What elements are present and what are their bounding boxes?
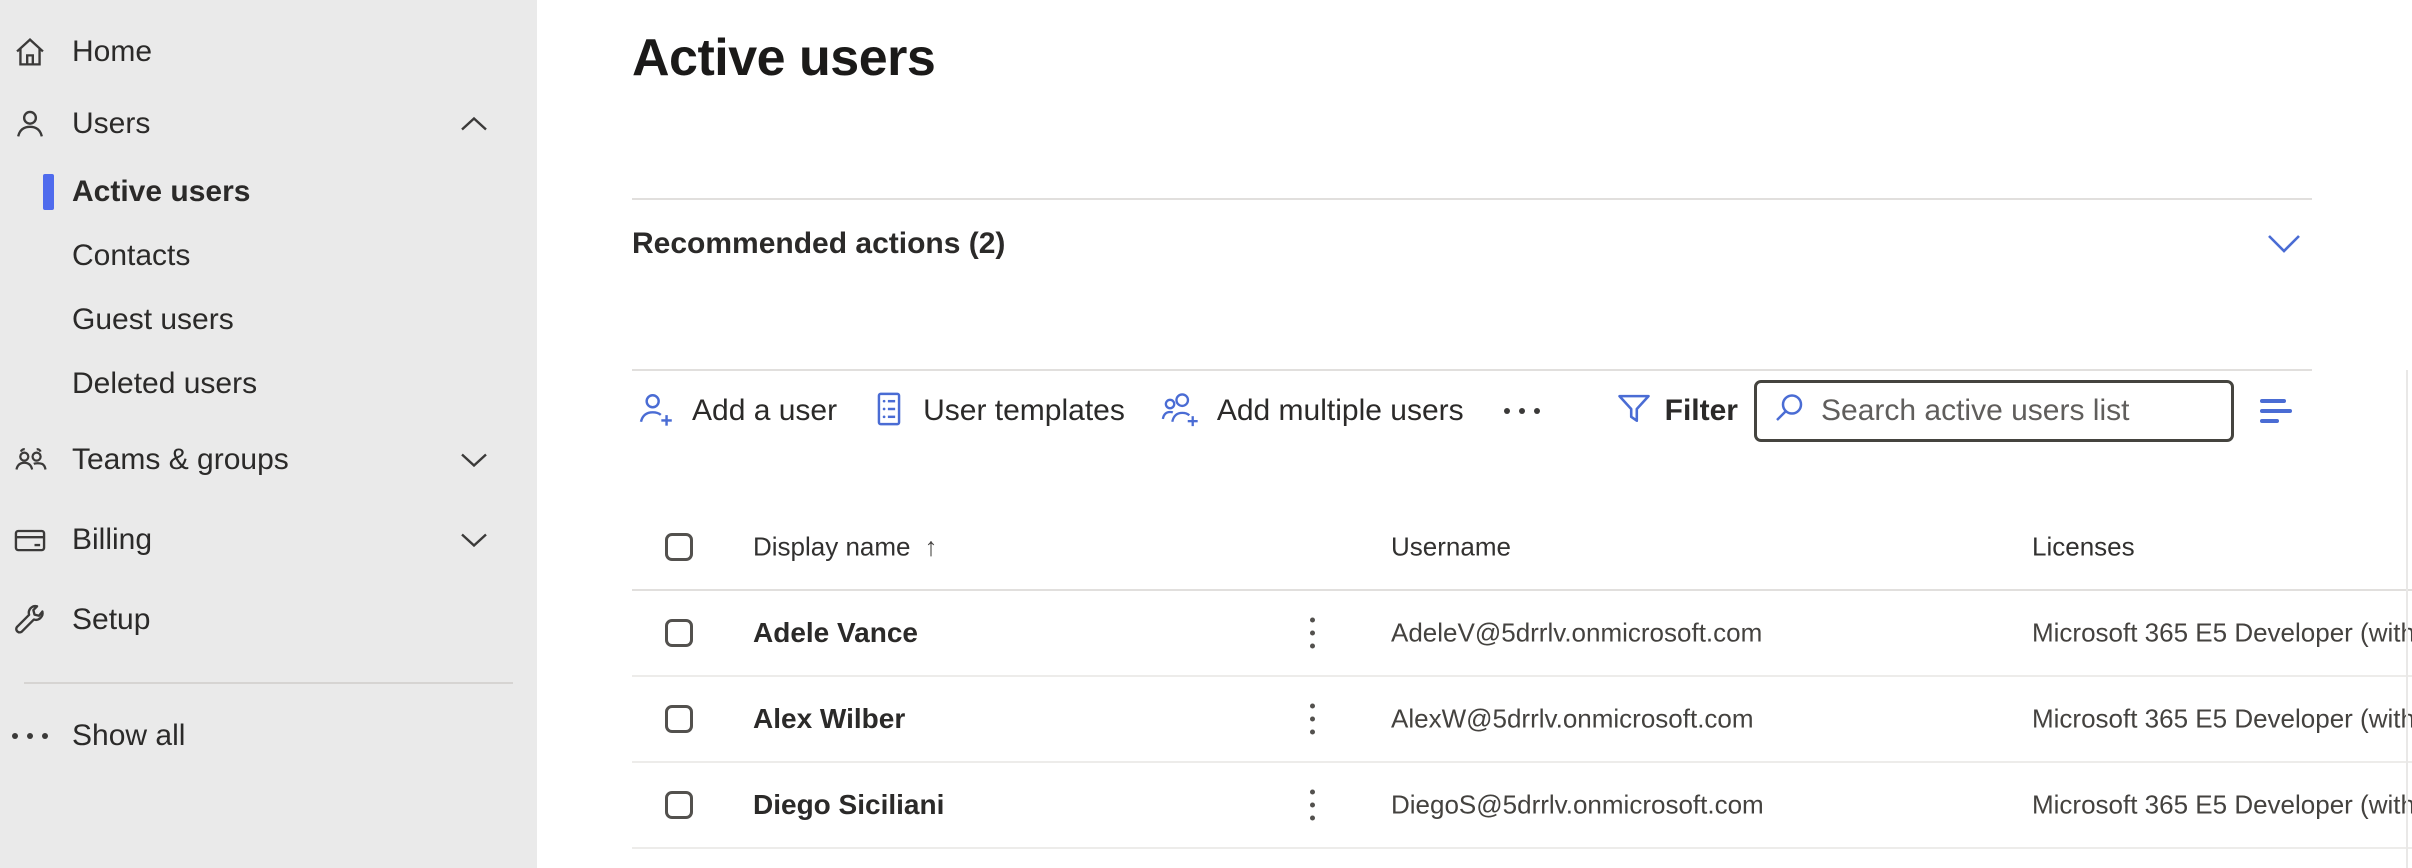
chevron-down-icon[interactable]	[2266, 233, 2302, 255]
chevron-down-icon	[459, 532, 489, 549]
toolbar-right-group: Filter	[1615, 380, 2292, 442]
sidebar-item-contacts[interactable]: Contacts	[0, 224, 537, 288]
scrollbar-track[interactable]	[2406, 370, 2408, 868]
add-user-label: Add a user	[692, 394, 837, 428]
toolbar-left-group: Add a user User templates	[636, 389, 1540, 434]
search-box[interactable]	[1754, 380, 2234, 442]
selected-indicator	[43, 174, 54, 210]
add-multiple-users-button[interactable]: Add multiple users	[1159, 389, 1464, 434]
chevron-down-icon	[459, 452, 489, 469]
user-licenses: Microsoft 365 E5 Developer (withou	[2032, 704, 2412, 734]
sidebar-item-active-users[interactable]: Active users	[0, 160, 537, 224]
home-icon	[12, 35, 58, 69]
sidebar-item-label: Teams & groups	[72, 443, 289, 477]
main-content: Active users Recommended actions (2) Add…	[632, 0, 2412, 868]
section-divider	[632, 198, 2312, 200]
template-list-icon	[871, 390, 907, 433]
sidebar-item-label: Active users	[72, 175, 250, 209]
user-display-name[interactable]: Alex Wilber	[753, 703, 905, 734]
user-username: AlexW@5drrlv.onmicrosoft.com	[1391, 704, 1754, 734]
user-licenses: Microsoft 365 E5 Developer (withou	[2032, 618, 2412, 648]
sidebar-item-label: Home	[72, 35, 152, 69]
filter-button[interactable]: Filter	[1615, 391, 1738, 432]
user-templates-label: User templates	[923, 394, 1125, 428]
sidebar-item-label: Deleted users	[72, 367, 257, 401]
filter-funnel-icon	[1615, 391, 1653, 432]
more-actions-icon[interactable]	[1504, 408, 1540, 414]
user-username: DiegoS@5drrlv.onmicrosoft.com	[1391, 790, 1764, 820]
search-input[interactable]	[1821, 394, 2217, 428]
left-nav: Home Users Active users Contacts Guest u…	[0, 0, 537, 868]
table-header: Display name ↑ Username Licenses	[632, 505, 2412, 591]
recommended-actions-header[interactable]: Recommended actions (2)	[632, 214, 2312, 274]
sidebar-item-label: Guest users	[72, 303, 234, 337]
row-checkbox[interactable]	[665, 791, 693, 819]
sidebar-item-label: Users	[72, 107, 150, 141]
person-icon	[12, 107, 58, 141]
table-row[interactable]: Diego Siciliani DiegoS@5drrlv.onmicrosof…	[632, 763, 2412, 849]
person-add-icon	[636, 389, 676, 434]
user-templates-button[interactable]: User templates	[871, 390, 1125, 433]
people-group-icon	[12, 443, 58, 477]
column-header-username[interactable]: Username	[1391, 532, 1511, 563]
column-header-licenses[interactable]: Licenses	[2032, 532, 2135, 563]
sidebar-item-label: Billing	[72, 523, 152, 557]
credit-card-icon	[12, 523, 58, 557]
sort-lines-icon[interactable]	[2260, 399, 2292, 423]
table-row[interactable]: Alex Wilber AlexW@5drrlv.onmicrosoft.com…	[632, 677, 2412, 763]
sidebar-item-label: Show all	[72, 719, 185, 753]
user-username: AdeleV@5drrlv.onmicrosoft.com	[1391, 618, 1762, 648]
row-checkbox[interactable]	[665, 619, 693, 647]
filter-label: Filter	[1665, 394, 1738, 428]
sidebar-item-deleted-users[interactable]: Deleted users	[0, 352, 537, 416]
sidebar-item-billing[interactable]: Billing	[0, 504, 537, 576]
sort-ascending-icon: ↑	[925, 532, 938, 562]
sidebar-divider	[24, 682, 513, 684]
sidebar-item-guest-users[interactable]: Guest users	[0, 288, 537, 352]
user-display-name[interactable]: Adele Vance	[753, 617, 918, 648]
recommended-actions-label: Recommended actions (2)	[632, 227, 1005, 261]
add-user-button[interactable]: Add a user	[636, 389, 837, 434]
column-header-display-name[interactable]: Display name ↑	[753, 532, 938, 563]
column-label: Username	[1391, 532, 1511, 562]
toolbar: Add a user User templates	[632, 371, 2312, 451]
people-add-icon	[1159, 389, 1201, 434]
row-more-actions-icon[interactable]	[1310, 618, 1315, 649]
row-more-actions-icon[interactable]	[1310, 790, 1315, 821]
chevron-up-icon	[459, 116, 489, 133]
wrench-icon	[12, 603, 58, 637]
column-label: Display name	[753, 532, 911, 562]
sidebar-item-users[interactable]: Users	[0, 88, 537, 160]
sidebar-item-teams-groups[interactable]: Teams & groups	[0, 424, 537, 496]
page-title: Active users	[632, 26, 2412, 90]
sidebar-item-setup[interactable]: Setup	[0, 584, 537, 656]
table-row[interactable]: Adele Vance AdeleV@5drrlv.onmicrosoft.co…	[632, 591, 2412, 677]
search-icon	[1771, 391, 1807, 432]
sidebar-item-label: Contacts	[72, 239, 190, 273]
select-all-checkbox[interactable]	[665, 533, 693, 561]
column-label: Licenses	[2032, 532, 2135, 562]
row-more-actions-icon[interactable]	[1310, 704, 1315, 735]
ellipsis-icon	[12, 719, 58, 753]
sidebar-item-home[interactable]: Home	[0, 16, 537, 88]
user-licenses: Microsoft 365 E5 Developer (withou	[2032, 790, 2412, 820]
user-display-name[interactable]: Diego Siciliani	[753, 789, 944, 820]
sidebar-item-label: Setup	[72, 603, 150, 637]
sidebar-item-show-all[interactable]: Show all	[0, 700, 537, 772]
add-multiple-users-label: Add multiple users	[1217, 394, 1464, 428]
row-checkbox[interactable]	[665, 705, 693, 733]
